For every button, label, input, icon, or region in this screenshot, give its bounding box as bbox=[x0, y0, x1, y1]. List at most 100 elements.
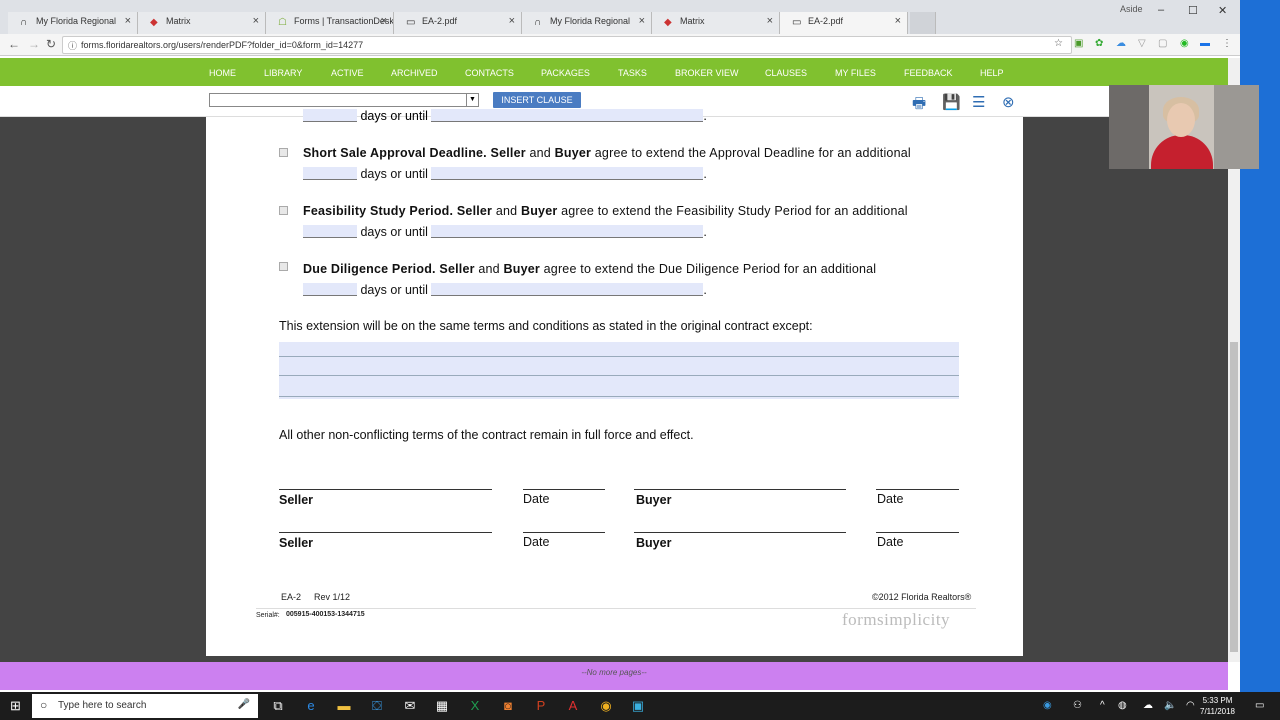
browser-tab[interactable]: ∩ My Florida Regional × bbox=[522, 12, 652, 34]
wifi-icon[interactable]: ◠ bbox=[1186, 700, 1195, 711]
date-signature-line[interactable] bbox=[876, 532, 959, 533]
buyer-signature-line[interactable] bbox=[634, 489, 846, 490]
date-signature-line[interactable] bbox=[523, 532, 605, 533]
nav-packages[interactable]: PACKAGES bbox=[541, 68, 590, 78]
seller-signature-line[interactable] bbox=[279, 532, 492, 533]
edge-icon[interactable]: e bbox=[303, 698, 319, 713]
close-icon[interactable]: × bbox=[381, 15, 387, 27]
browser-tab-active[interactable]: ▭ EA-2.pdf × bbox=[780, 12, 908, 34]
formsimplicity-logo: formsimplicity bbox=[842, 610, 951, 629]
date-signature-line[interactable] bbox=[523, 489, 605, 490]
close-icon[interactable]: × bbox=[767, 15, 773, 27]
calculator-icon[interactable]: ▦ bbox=[434, 698, 450, 714]
bookmark-star-icon[interactable]: ☆ bbox=[1054, 38, 1063, 49]
extension-icon[interactable]: ◉ bbox=[1180, 38, 1189, 49]
date-label: Date bbox=[523, 492, 550, 506]
tray-app-icon[interactable]: ◉ bbox=[1043, 700, 1052, 711]
days-field[interactable] bbox=[303, 109, 357, 122]
close-circle-icon[interactable]: ⊗ bbox=[1002, 93, 1015, 111]
chevron-up-icon[interactable]: ^ bbox=[1100, 700, 1105, 711]
browser-tab[interactable]: ◆ Matrix × bbox=[652, 12, 780, 34]
extension-icon[interactable]: ☁ bbox=[1116, 38, 1126, 49]
app-icon[interactable]: ◙ bbox=[500, 698, 516, 713]
extension-icon[interactable]: ✿ bbox=[1095, 38, 1103, 49]
extension-icon[interactable]: ▬ bbox=[1200, 38, 1210, 49]
extension-icon[interactable]: ▽ bbox=[1138, 38, 1146, 49]
tray-icon[interactable]: ◍ bbox=[1118, 700, 1127, 711]
close-icon[interactable]: × bbox=[253, 15, 259, 27]
nav-active[interactable]: ACTIVE bbox=[331, 68, 364, 78]
clause-checkbox[interactable] bbox=[279, 148, 288, 157]
nav-clauses[interactable]: CLAUSES bbox=[765, 68, 807, 78]
date-field[interactable] bbox=[431, 109, 704, 122]
file-explorer-icon[interactable]: ▬ bbox=[336, 698, 352, 713]
stack-icon[interactable]: ☰ bbox=[972, 93, 985, 111]
browser-tab[interactable]: ▭ EA-2.pdf × bbox=[394, 12, 522, 34]
buyer-label: Buyer bbox=[636, 493, 672, 507]
people-icon[interactable]: ⚇ bbox=[1073, 700, 1082, 711]
volume-icon[interactable]: 🔈 bbox=[1164, 700, 1176, 711]
days-field[interactable] bbox=[303, 225, 357, 238]
date-field[interactable] bbox=[431, 225, 704, 238]
scroll-thumb[interactable] bbox=[1230, 342, 1238, 652]
notifications-icon[interactable]: ▭ bbox=[1255, 700, 1264, 711]
chrome-icon[interactable]: ◉ bbox=[598, 698, 614, 714]
forward-arrow-icon[interactable]: → bbox=[28, 37, 40, 51]
clause-select[interactable]: ▼ bbox=[209, 93, 479, 107]
close-icon[interactable]: × bbox=[639, 15, 645, 27]
nav-feedback[interactable]: FEEDBACK bbox=[904, 68, 953, 78]
nav-contacts[interactable]: CONTACTS bbox=[465, 68, 514, 78]
window-close-icon[interactable]: ✕ bbox=[1218, 4, 1227, 17]
app-icon[interactable]: ▣ bbox=[630, 698, 646, 714]
date-field[interactable] bbox=[431, 167, 704, 180]
microphone-icon[interactable]: 🎤 bbox=[238, 699, 250, 710]
taskbar-clock[interactable]: 5:33 PM 7/11/2018 bbox=[1200, 695, 1235, 717]
nav-library[interactable]: LIBRARY bbox=[264, 68, 302, 78]
buyer-signature-line[interactable] bbox=[634, 532, 846, 533]
nav-broker-view[interactable]: BROKER VIEW bbox=[675, 68, 739, 78]
browser-tab[interactable]: ☖ Forms | TransactionDesk × bbox=[266, 12, 394, 34]
insert-clause-button[interactable]: INSERT CLAUSE bbox=[493, 92, 581, 108]
close-icon[interactable]: × bbox=[125, 15, 131, 27]
chevron-down-icon[interactable]: ▼ bbox=[466, 94, 478, 106]
reload-icon[interactable]: ↻ bbox=[46, 37, 56, 51]
date-signature-line[interactable] bbox=[876, 489, 959, 490]
back-arrow-icon[interactable]: ← bbox=[8, 37, 20, 51]
close-icon[interactable]: × bbox=[895, 15, 901, 27]
windows-start-icon[interactable]: ⊞ bbox=[10, 698, 21, 714]
maximize-icon[interactable]: ☐ bbox=[1188, 4, 1198, 17]
exceptions-textarea[interactable] bbox=[279, 342, 959, 399]
seller-signature-line[interactable] bbox=[279, 489, 492, 490]
powerpoint-icon[interactable]: P bbox=[533, 698, 549, 713]
task-view-icon[interactable]: ⧉ bbox=[270, 698, 286, 714]
network-icon[interactable]: ☁ bbox=[1143, 700, 1153, 711]
minimize-icon[interactable]: – bbox=[1158, 4, 1164, 16]
days-field[interactable] bbox=[303, 283, 357, 296]
store-icon[interactable]: ⛋ bbox=[369, 698, 385, 714]
date-field[interactable] bbox=[431, 283, 704, 296]
mail-icon[interactable]: ✉ bbox=[402, 698, 418, 714]
tab-title: EA-2.pdf bbox=[422, 16, 458, 26]
profile-name[interactable]: Aside bbox=[1120, 4, 1143, 14]
excel-icon[interactable]: X bbox=[467, 698, 483, 713]
nav-home[interactable]: HOME bbox=[209, 68, 236, 78]
nav-archived[interactable]: ARCHIVED bbox=[391, 68, 438, 78]
days-field[interactable] bbox=[303, 167, 357, 180]
clause-checkbox[interactable] bbox=[279, 206, 288, 215]
browser-tab[interactable]: ◆ Matrix × bbox=[138, 12, 266, 34]
taskbar-search-input[interactable]: ○ Type here to search 🎤 bbox=[32, 694, 258, 718]
new-tab-button[interactable] bbox=[910, 12, 936, 34]
extension-icon[interactable]: ▣ bbox=[1074, 38, 1083, 49]
nav-my-files[interactable]: MY FILES bbox=[835, 68, 876, 78]
url-input[interactable]: ⓘ forms.floridarealtors.org/users/render… bbox=[62, 36, 1072, 54]
acrobat-icon[interactable]: A bbox=[565, 698, 581, 713]
nav-help[interactable]: HELP bbox=[980, 68, 1004, 78]
close-icon[interactable]: × bbox=[509, 15, 515, 27]
browser-tab[interactable]: ∩ My Florida Regional × bbox=[8, 12, 138, 34]
menu-dots-icon[interactable]: ⋮ bbox=[1222, 38, 1232, 49]
extension-icon[interactable]: ▢ bbox=[1158, 38, 1167, 49]
pdf-viewer: days or until . Short Sale Approval Dead… bbox=[0, 109, 1228, 662]
nav-tasks[interactable]: TASKS bbox=[618, 68, 647, 78]
clause-checkbox[interactable] bbox=[279, 262, 288, 271]
info-icon[interactable]: ⓘ bbox=[68, 39, 77, 52]
